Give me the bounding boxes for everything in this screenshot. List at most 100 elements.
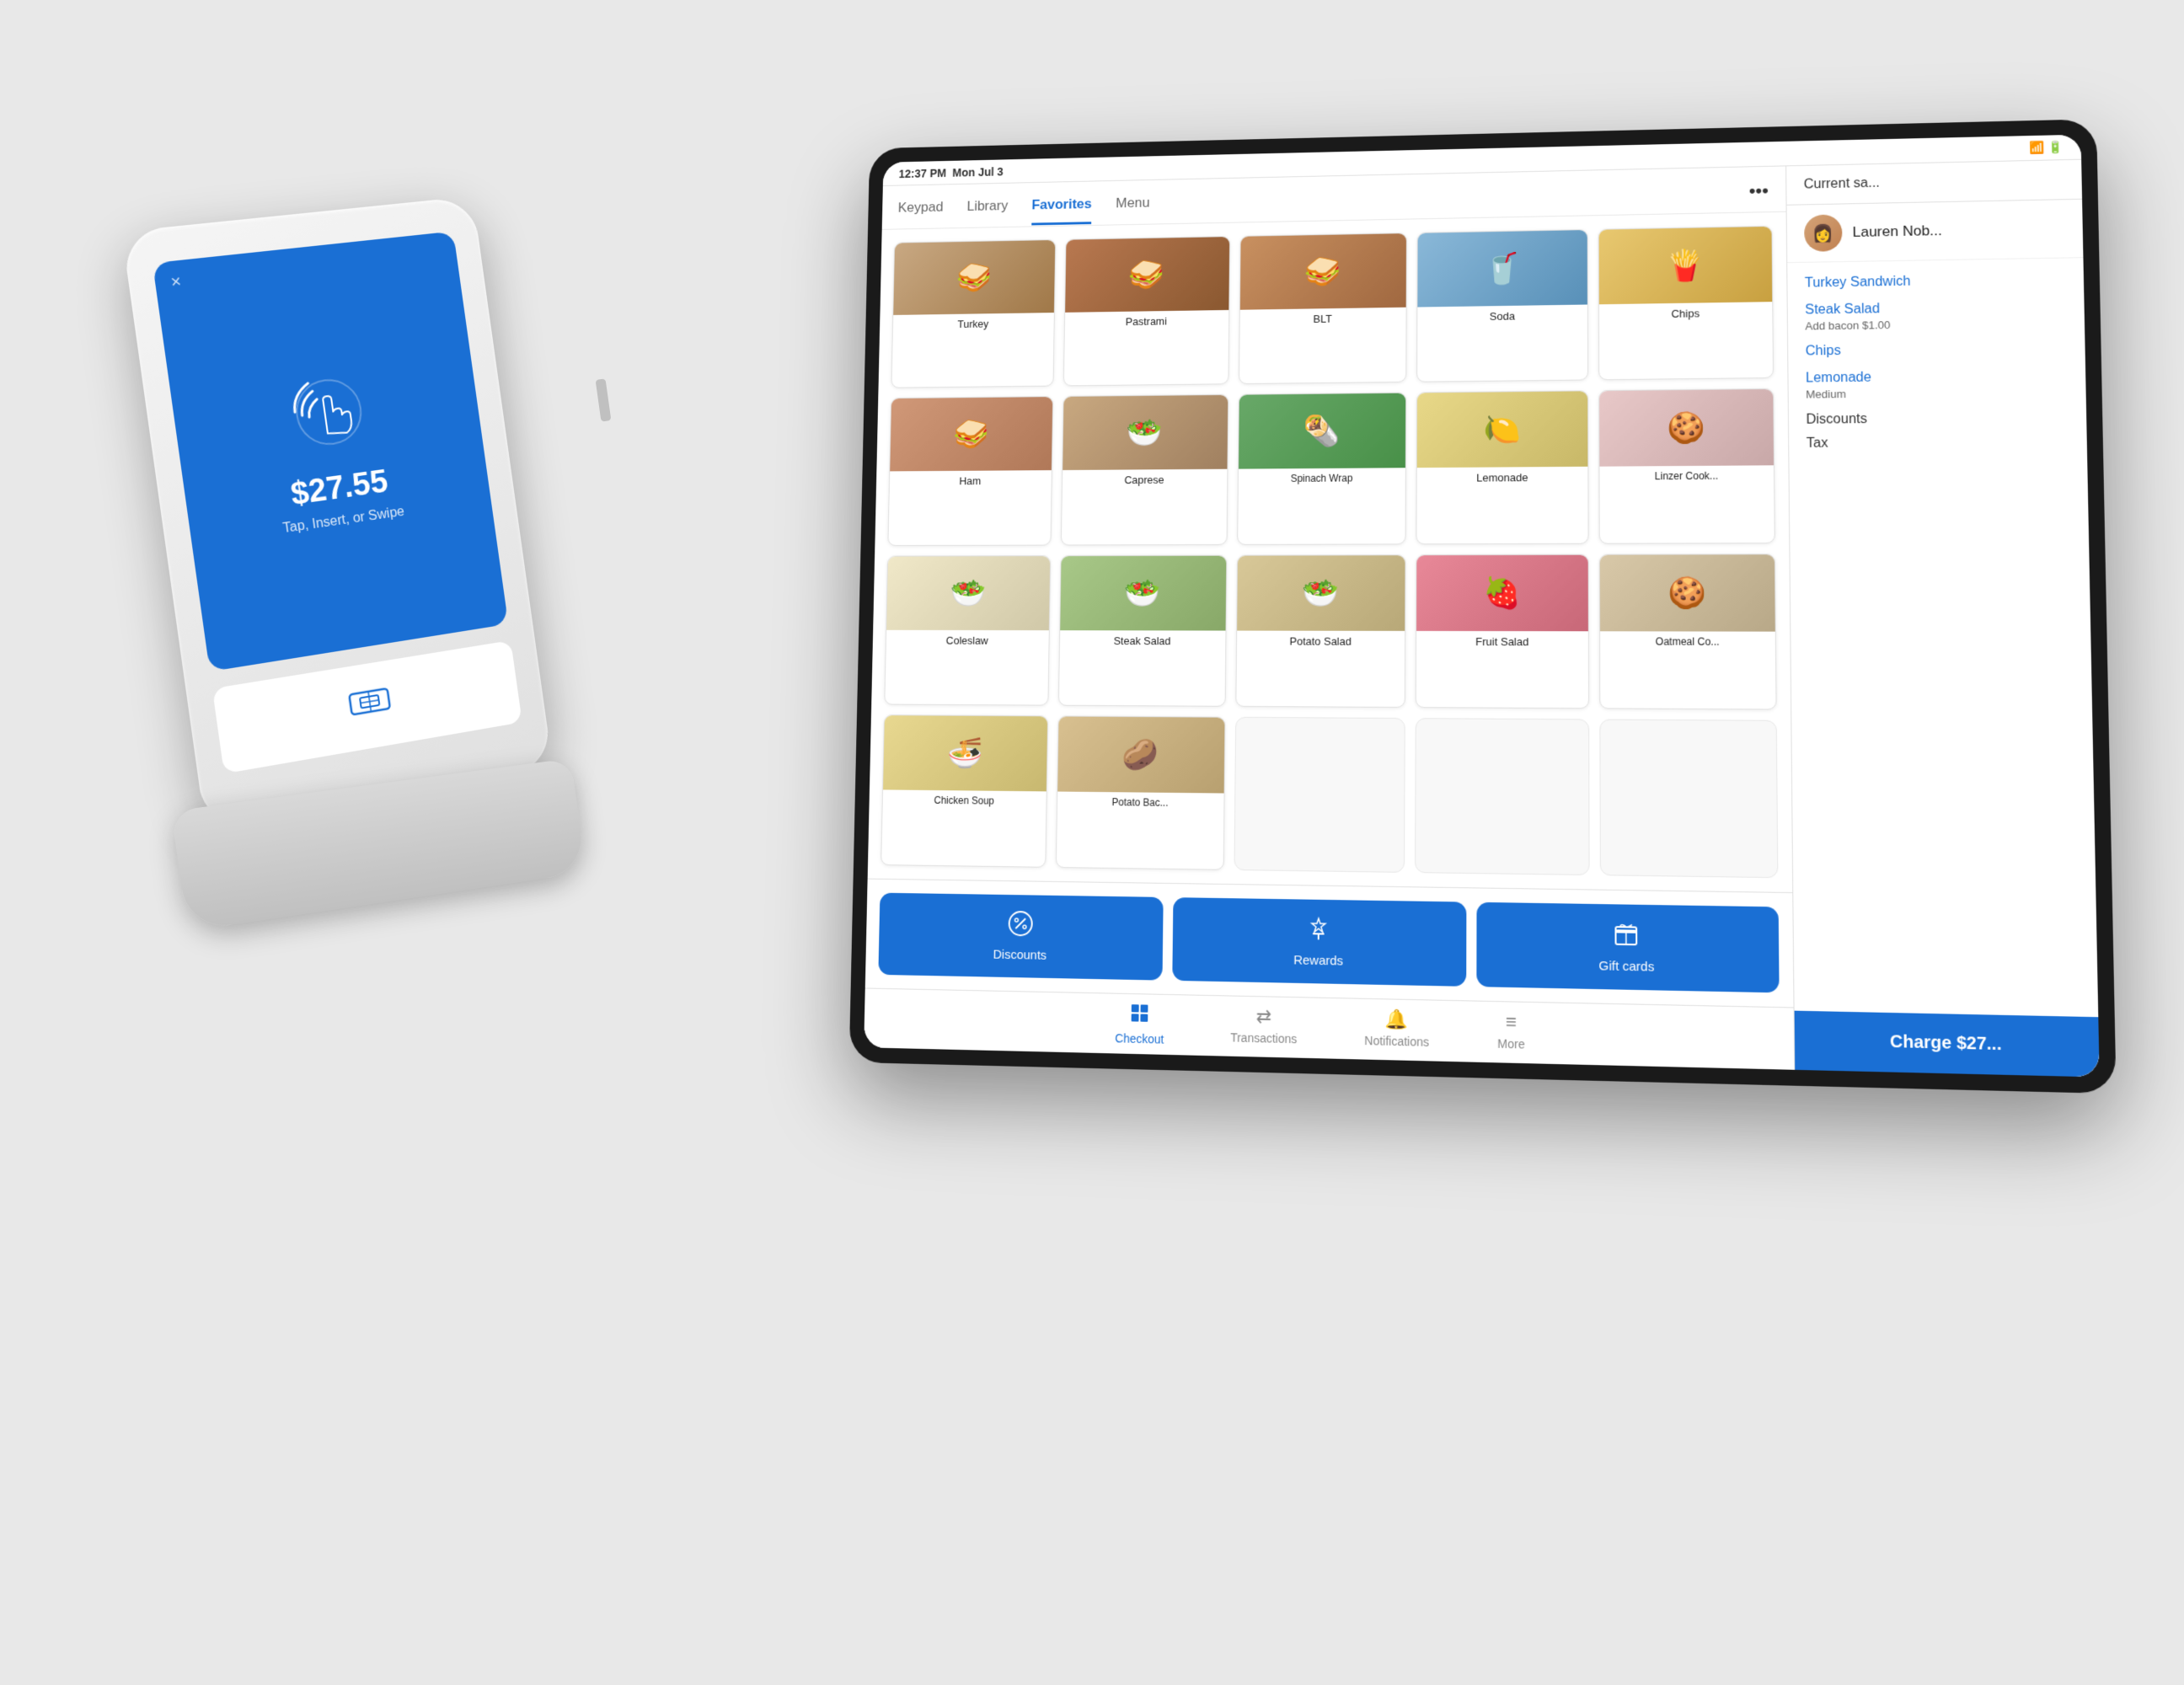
tab-keypad[interactable]: Keypad (897, 199, 943, 227)
discounts-icon (1007, 910, 1034, 943)
menu-item-chicken-soup[interactable]: 🍜 Chicken Soup (881, 714, 1048, 868)
notifications-label: Notifications (1364, 1034, 1429, 1049)
menu-item-lemonade[interactable]: 🍋 Lemonade (1416, 391, 1589, 544)
tablet-screen: 12:37 PM Mon Jul 3 📶 🔋 Keypad Library Fa… (864, 135, 2100, 1078)
lemonade-order-name: Lemonade (1806, 368, 2068, 387)
reader-screen: × $ (153, 231, 508, 671)
tab-favorites[interactable]: Favorites (1031, 195, 1092, 225)
turkey-sandwich-name: Turkey Sandwich (1805, 272, 2066, 292)
caprese-label: Caprese (1063, 469, 1227, 491)
steak-salad-detail: Add bacon $1.00 (1805, 316, 2067, 332)
menu-item-caprese[interactable]: 🥗 Caprese (1061, 394, 1228, 545)
rewards-label: Rewards (1293, 953, 1343, 968)
more-label: More (1497, 1036, 1525, 1051)
customer-row[interactable]: 👩 Lauren Nob... (1787, 200, 2084, 263)
order-item-lemonade[interactable]: Lemonade Medium (1806, 368, 2069, 401)
nav-more[interactable]: ≡ More (1497, 1010, 1525, 1054)
reader-amount: $27.55 (288, 464, 390, 513)
tax-section: Tax (1807, 434, 2069, 452)
order-item-chips[interactable]: Chips (1806, 340, 2068, 359)
customer-name: Lauren Nob... (1853, 222, 1942, 241)
menu-item-pastrami[interactable]: 🥪 Pastrami (1063, 236, 1230, 387)
menu-item-chips[interactable]: 🍟 Chips (1598, 226, 1774, 381)
transactions-label: Transactions (1230, 1030, 1297, 1046)
chips-order-name: Chips (1806, 340, 2068, 359)
nav-notifications[interactable]: 🔔 Notifications (1364, 1008, 1429, 1052)
potato-salad-image: 🥗 (1237, 555, 1405, 631)
close-icon[interactable]: × (169, 272, 182, 292)
reader-body: × $ (121, 196, 553, 830)
caprese-image: 🥗 (1063, 395, 1228, 470)
nav-checkout[interactable]: Checkout (1115, 1003, 1164, 1046)
tabs-more-button[interactable]: ••• (1748, 180, 1769, 212)
steak-salad-name: Steak Salad (1805, 299, 2067, 318)
scene: × $ (165, 126, 2019, 1559)
spinach-wrap-label: Spinach Wrap (1238, 468, 1405, 489)
soda-label: Soda (1418, 305, 1587, 328)
menu-item-spinach-wrap[interactable]: 🌯 Spinach Wrap (1237, 393, 1407, 545)
chips-label: Chips (1599, 302, 1772, 325)
menu-item-turkey[interactable]: 🥪 Turkey (891, 239, 1056, 388)
empty-slot-1 (1234, 717, 1405, 873)
gift-cards-button[interactable]: Gift cards (1476, 902, 1780, 993)
steak-salad-image: 🥗 (1060, 555, 1226, 630)
blt-image: 🥪 (1239, 233, 1406, 310)
menu-item-blt[interactable]: 🥪 BLT (1239, 233, 1408, 384)
spinach-wrap-image: 🌯 (1239, 393, 1406, 469)
menu-item-potato-salad[interactable]: 🥗 Potato Salad (1235, 554, 1406, 708)
linzer-image: 🍪 (1599, 389, 1774, 467)
pastrami-label: Pastrami (1065, 310, 1228, 333)
ham-image: 🥪 (890, 397, 1052, 471)
turkey-label: Turkey (893, 313, 1054, 335)
lemonade-label: Lemonade (1417, 467, 1588, 489)
reader-side-button[interactable] (596, 378, 612, 421)
blt-label: BLT (1239, 308, 1406, 330)
fruit-salad-image: 🍓 (1416, 554, 1588, 630)
ham-label: Ham (890, 470, 1052, 491)
fruit-salad-label: Fruit Salad (1416, 630, 1588, 652)
menu-item-fruit-salad[interactable]: 🍓 Fruit Salad (1416, 554, 1589, 709)
more-icon: ≡ (1506, 1011, 1517, 1034)
nav-transactions[interactable]: ⇄ Transactions (1230, 1005, 1297, 1050)
main-area: Keypad Library Favorites Menu ••• 🥪 Turk… (864, 160, 2100, 1078)
chicken-soup-label: Chicken Soup (883, 789, 1046, 811)
coleslaw-label: Coleslaw (886, 629, 1049, 650)
menu-item-steak-salad[interactable]: 🥗 Steak Salad (1058, 554, 1227, 706)
menu-item-soda[interactable]: 🥤 Soda (1416, 229, 1588, 382)
lemonade-image: 🍋 (1417, 392, 1587, 468)
menu-item-potato-bac[interactable]: 🥔 Potato Bac... (1056, 715, 1225, 870)
status-icons: 📶 🔋 (2029, 140, 2064, 155)
rewards-button[interactable]: Rewards (1173, 897, 1466, 987)
menu-item-coleslaw[interactable]: 🥗 Coleslaw (884, 555, 1051, 706)
notifications-icon: 🔔 (1385, 1008, 1409, 1031)
menu-item-oatmeal[interactable]: 🍪 Oatmeal Co... (1599, 554, 1777, 710)
potato-salad-label: Potato Salad (1237, 630, 1405, 651)
chips-image: 🍟 (1599, 227, 1772, 304)
menu-item-linzer[interactable]: 🍪 Linzer Cook... (1598, 388, 1774, 543)
left-panel: Keypad Library Favorites Menu ••• 🥪 Turk… (864, 166, 1794, 1069)
right-panel: Current sa... 👩 Lauren Nob... Turkey San… (1785, 160, 2100, 1078)
chip-icon (346, 680, 394, 732)
oatmeal-image: 🍪 (1600, 554, 1775, 631)
tab-library[interactable]: Library (966, 197, 1008, 226)
card-reader: × $ (165, 211, 603, 901)
contactless-icon (272, 360, 384, 460)
menu-grid: 🥪 Turkey 🥪 Pastrami 🥪 BLT 🥤 (868, 212, 1793, 892)
order-item-steak-salad[interactable]: Steak Salad Add bacon $1.00 (1805, 299, 2067, 333)
pastrami-image: 🥪 (1065, 237, 1229, 313)
steak-salad-label: Steak Salad (1060, 630, 1225, 651)
oatmeal-label: Oatmeal Co... (1600, 631, 1775, 652)
status-time: 12:37 PM Mon Jul 3 (899, 165, 1004, 180)
potato-bac-image: 🥔 (1057, 716, 1224, 793)
tab-menu[interactable]: Menu (1116, 195, 1150, 223)
rewards-icon (1305, 915, 1332, 949)
menu-item-ham[interactable]: 🥪 Ham (887, 396, 1053, 545)
checkout-icon (1130, 1003, 1150, 1029)
order-item-turkey-sandwich[interactable]: Turkey Sandwich (1805, 272, 2066, 292)
order-items-list: Turkey Sandwich Steak Salad Add bacon $1… (1787, 258, 2098, 1017)
charge-button[interactable]: Charge $27... (1795, 1011, 2100, 1078)
customer-avatar: 👩 (1804, 214, 1843, 252)
potato-bac-label: Potato Bac... (1057, 791, 1224, 813)
checkout-label: Checkout (1115, 1031, 1164, 1046)
discounts-button[interactable]: Discounts (878, 893, 1164, 981)
